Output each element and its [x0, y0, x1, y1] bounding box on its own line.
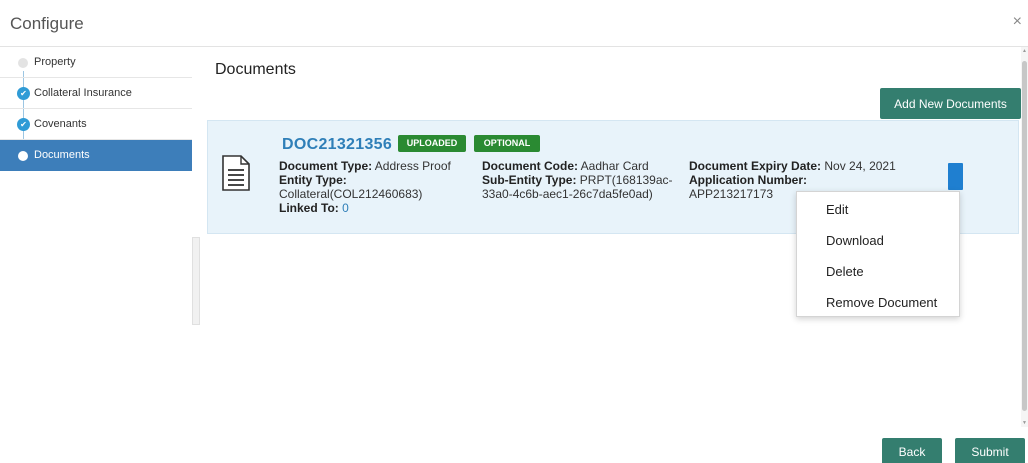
- document-type-field: Document Type: Address Proof: [279, 159, 451, 173]
- document-actions-menu: Edit Download Delete Remove Document: [796, 191, 960, 317]
- menu-item-edit[interactable]: Edit: [797, 195, 961, 225]
- sidebar-item-label: Property: [34, 56, 76, 68]
- check-icon: ✔: [17, 118, 30, 131]
- menu-item-remove-document[interactable]: Remove Document: [797, 288, 961, 318]
- document-file-icon: [222, 155, 250, 191]
- field-value: Aadhar Card: [580, 159, 649, 173]
- sidebar-item-documents[interactable]: Documents: [0, 140, 192, 171]
- field-label: Linked To:: [279, 201, 339, 215]
- submit-button[interactable]: Submit: [955, 438, 1025, 463]
- sidebar-item-label: Documents: [34, 149, 90, 161]
- scroll-thumb[interactable]: [1022, 61, 1027, 411]
- sidebar-item-property[interactable]: Property: [0, 47, 192, 78]
- sub-entity-type-value: 33a0-4c6b-aec1-26c7da5fe0ad): [482, 187, 653, 201]
- more-actions-button[interactable]: [948, 163, 963, 190]
- vertical-scrollbar[interactable]: ▲ ▼: [1021, 47, 1028, 427]
- page-title: Documents: [215, 61, 296, 78]
- dialog-header: Configure ×: [0, 0, 1028, 47]
- scroll-down-icon[interactable]: ▼: [1021, 420, 1028, 426]
- back-button[interactable]: Back: [882, 438, 942, 463]
- field-label: Document Expiry Date:: [689, 159, 822, 173]
- application-number-label: Application Number:: [689, 173, 808, 187]
- expiry-date-field: Document Expiry Date: Nov 24, 2021: [689, 159, 896, 173]
- application-number-value: APP213217173: [689, 187, 774, 201]
- field-value: PRPT(168139ac-: [579, 173, 673, 187]
- step-current-icon: [18, 151, 28, 161]
- sidebar-item-label: Collateral Insurance: [34, 87, 132, 99]
- requirement-badge: OPTIONAL: [474, 135, 540, 152]
- field-label: Document Code:: [482, 159, 578, 173]
- document-code-field: Document Code: Aadhar Card: [482, 159, 649, 173]
- sidebar-item-collateral-insurance[interactable]: ✔ Collateral Insurance: [0, 78, 192, 109]
- step-sidebar: Property ✔ Collateral Insurance ✔ Covena…: [0, 47, 192, 427]
- field-value: Nov 24, 2021: [824, 159, 896, 173]
- document-id-link[interactable]: DOC21321356: [282, 136, 392, 154]
- field-label: Sub-Entity Type:: [482, 173, 577, 187]
- sidebar-item-covenants[interactable]: ✔ Covenants: [0, 109, 192, 140]
- entity-type-label: Entity Type:: [279, 173, 347, 187]
- step-pending-icon: [18, 58, 28, 68]
- check-icon: ✔: [17, 87, 30, 100]
- dialog-title: Configure: [10, 14, 84, 33]
- menu-item-delete[interactable]: Delete: [797, 257, 961, 287]
- close-icon[interactable]: ×: [1013, 13, 1022, 31]
- status-badge: UPLOADED: [398, 135, 466, 152]
- panel-resize-handle[interactable]: [192, 237, 200, 325]
- menu-item-download[interactable]: Download: [797, 226, 961, 256]
- linked-to-field: Linked To: 0: [279, 201, 349, 215]
- add-new-documents-button[interactable]: Add New Documents: [880, 88, 1021, 119]
- field-value: Address Proof: [374, 159, 451, 173]
- entity-type-value: Collateral(COL212460683): [279, 187, 423, 201]
- sub-entity-type-field: Sub-Entity Type: PRPT(168139ac-: [482, 173, 673, 187]
- field-label: Document Type:: [279, 159, 373, 173]
- linked-to-count-link[interactable]: 0: [342, 201, 349, 215]
- scroll-up-icon[interactable]: ▲: [1021, 48, 1028, 54]
- sidebar-item-label: Covenants: [34, 118, 87, 130]
